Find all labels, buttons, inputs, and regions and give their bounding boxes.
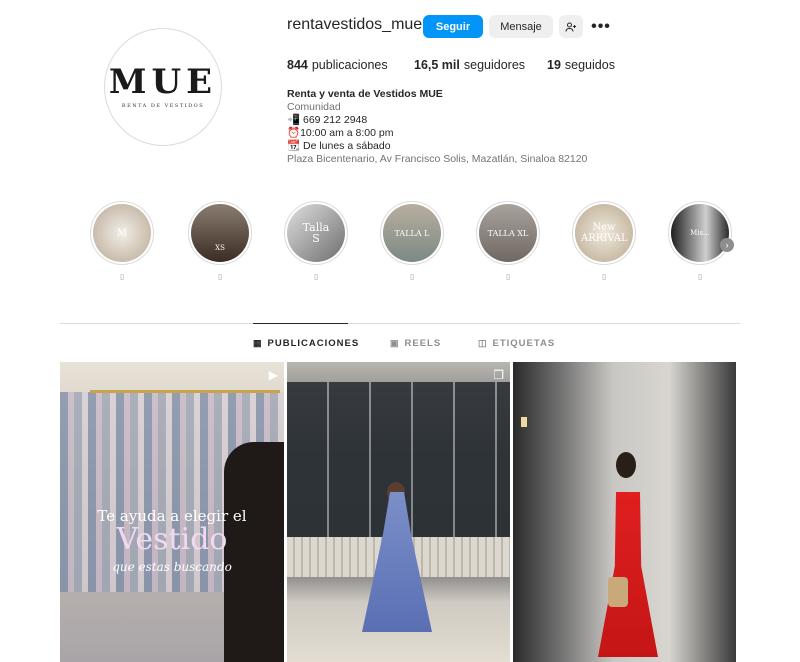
avatar-logo-text: MUE — [108, 62, 218, 102]
tab-etiquetas[interactable]: ◫ ETIQUETAS — [478, 338, 555, 349]
post-image-head — [616, 452, 636, 478]
grid-icon: ▦ — [253, 338, 263, 348]
highlight-cover-text: Mis... — [690, 228, 710, 237]
highlight-item[interactable]: Talla S ▯ — [284, 201, 348, 281]
highlight-ring: Talla S — [284, 201, 348, 265]
username: rentavestidos_mue — [287, 16, 423, 33]
highlight-label: ▯ — [120, 274, 124, 281]
post-thumbnail[interactable]: Te ayuda a elegir el Vestido que estas b… — [60, 362, 284, 662]
tab-publicaciones[interactable]: ▦ PUBLICACIONES — [253, 338, 359, 349]
post-image-red-dress — [598, 492, 658, 657]
bio-address[interactable]: Plaza Bicentenario, Av Francisco Solis, … — [287, 153, 587, 166]
highlight-cover: TALLA XL — [479, 204, 537, 262]
followers-label: seguidores — [463, 58, 526, 72]
highlight-label: ▯ — [410, 274, 414, 281]
tab-reels[interactable]: ▣ REELS — [390, 338, 441, 349]
profile-bio: Renta y venta de Vestidos MUE Comunidad … — [287, 88, 587, 166]
highlight-cover-text: M — [116, 227, 128, 239]
tag-icon: ◫ — [478, 338, 488, 348]
following-stat[interactable]: 19 seguidos — [547, 58, 615, 72]
follow-button[interactable]: Seguir — [423, 15, 483, 38]
highlight-ring: TALLA XL — [476, 201, 540, 265]
reel-icon: ▶ — [268, 368, 278, 382]
highlight-cover-text: New ARRIVAL — [581, 222, 628, 244]
highlight-ring: Mis... — [668, 201, 732, 265]
bio-name: Renta y venta de Vestidos MUE — [287, 88, 443, 100]
reels-icon: ▣ — [390, 338, 400, 348]
following-label: seguidos — [564, 58, 615, 72]
followers-stat[interactable]: 16,5 mil seguidores — [414, 58, 547, 72]
highlight-cover: XS — [191, 204, 249, 262]
more-options-button[interactable]: ••• — [590, 15, 612, 38]
tab-etiquetas-label: ETIQUETAS — [492, 338, 556, 349]
followers-count: 16,5 mil — [414, 58, 460, 72]
highlight-label: ▯ — [698, 274, 702, 281]
bio-days: 📆 De lunes a sábado — [287, 140, 391, 152]
bio-phone: 📲 669 212 2948 — [287, 114, 368, 126]
active-tab-indicator — [253, 323, 348, 324]
post-thumbnail[interactable] — [513, 362, 736, 662]
suggest-user-button[interactable] — [559, 15, 583, 38]
carousel-icon: ❐ — [493, 368, 504, 382]
post-caption-line3: que estas buscando — [112, 560, 232, 574]
profile-stats: 844 publicaciones 16,5 mil seguidores 19… — [287, 58, 615, 72]
highlight-ring: XS — [188, 201, 252, 265]
message-button[interactable]: Mensaje — [489, 15, 553, 38]
posts-stat: 844 publicaciones — [287, 58, 414, 72]
post-thumbnail[interactable]: ❐ — [287, 362, 510, 662]
highlight-item[interactable]: M ▯ — [90, 201, 154, 281]
tabs-divider — [60, 323, 740, 324]
profile-avatar[interactable]: MUE Renta de Vestidos — [104, 28, 222, 146]
bio-category: Comunidad — [287, 101, 341, 113]
highlight-item[interactable]: New ARRIVAL ▯ — [572, 201, 636, 281]
highlight-ring: TALLA L — [380, 201, 444, 265]
story-highlights: M ▯ XS ▯ Talla S ▯ TALLA L ▯ TALLA XL ▯ … — [90, 201, 740, 281]
highlight-item[interactable]: TALLA L ▯ — [380, 201, 444, 281]
posts-label: publicaciones — [311, 58, 388, 72]
highlight-item[interactable]: TALLA XL ▯ — [476, 201, 540, 281]
highlights-next-arrow-icon[interactable]: › — [720, 238, 734, 252]
highlight-ring: New ARRIVAL — [572, 201, 636, 265]
highlight-cover: TALLA L — [383, 204, 441, 262]
avatar-logo-subtext: Renta de Vestidos — [121, 103, 205, 109]
add-user-icon — [565, 22, 576, 32]
highlight-label: ▯ — [218, 274, 222, 281]
post-image-rail — [90, 390, 280, 393]
highlight-cover-text: TALLA XL — [487, 228, 529, 238]
bio-hours: ⏰10:00 am a 8:00 pm — [287, 127, 394, 139]
post-image-handbag — [608, 577, 628, 607]
tab-publicaciones-label: PUBLICACIONES — [267, 338, 360, 349]
highlight-label: ▯ — [506, 274, 510, 281]
post-image-wall-lamp — [521, 417, 527, 427]
highlight-cover-text: XS — [215, 243, 225, 252]
highlight-cover-text: Talla S — [302, 221, 330, 245]
highlight-cover: Talla S — [287, 204, 345, 262]
highlight-label: ▯ — [314, 274, 318, 281]
posts-count: 844 — [287, 58, 308, 72]
post-caption-line2: Vestido — [116, 522, 228, 557]
following-count: 19 — [547, 58, 561, 72]
tab-reels-label: REELS — [404, 338, 442, 349]
highlight-label: ▯ — [602, 274, 606, 281]
highlight-cover: M — [93, 204, 151, 262]
highlight-cover: Mis... — [671, 204, 729, 262]
highlight-cover: New ARRIVAL — [575, 204, 633, 262]
highlight-ring: M — [90, 201, 154, 265]
highlight-item[interactable]: XS ▯ — [188, 201, 252, 281]
highlight-cover-text: TALLA L — [394, 228, 430, 238]
